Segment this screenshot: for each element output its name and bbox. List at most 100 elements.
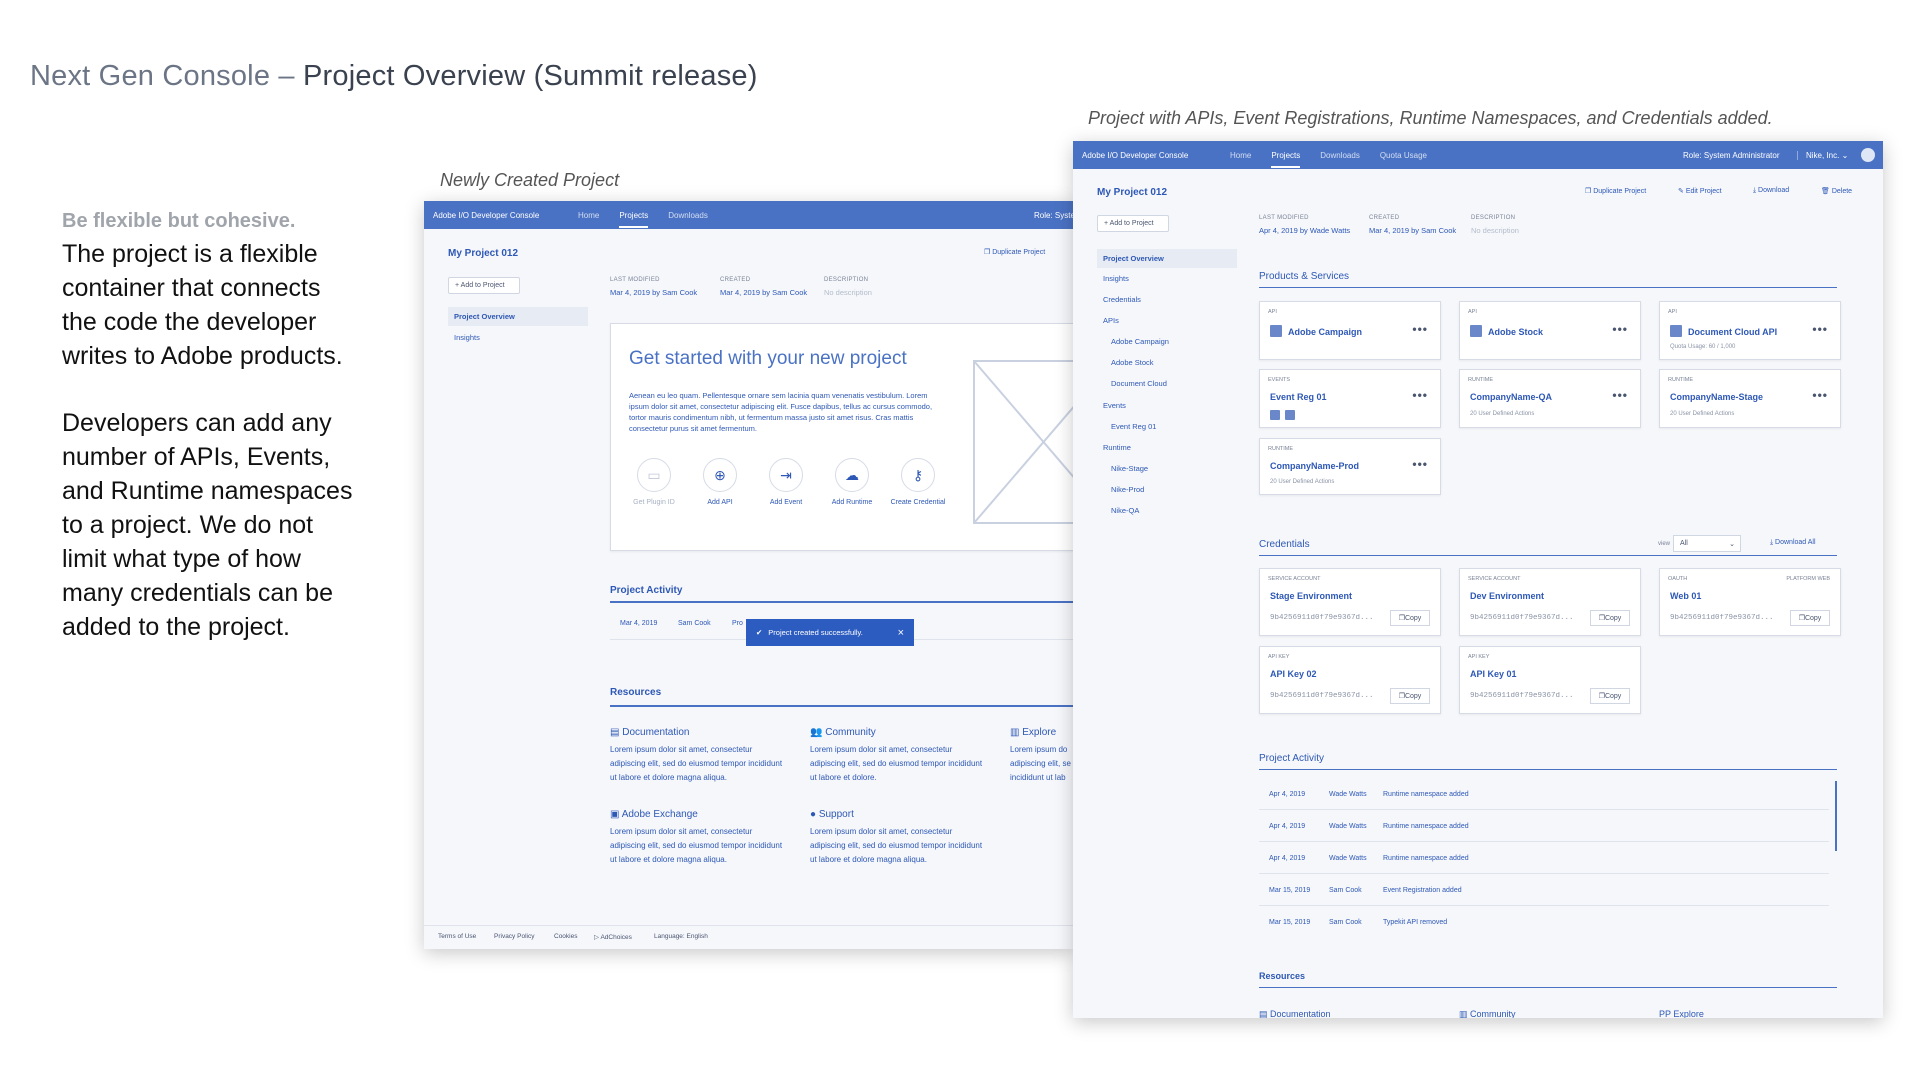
more-options-icon[interactable]: •••	[1412, 322, 1428, 336]
api-kind-label: API	[1468, 309, 1477, 315]
sidebar-item-event-reg-01[interactable]: Event Reg 01	[1111, 422, 1156, 431]
nav-downloads[interactable]: Downloads	[668, 211, 708, 220]
resource-support[interactable]: ● Support	[810, 809, 854, 820]
toast-close-icon[interactable]: ×	[898, 627, 904, 639]
footer-cookies-link[interactable]: Cookies	[554, 933, 577, 940]
footer-adchoices-link[interactable]: ▷ AdChoices	[594, 933, 632, 941]
product-name: Adobe Campaign	[1288, 327, 1363, 337]
resource-community[interactable]: ▥ Community	[1459, 1009, 1516, 1018]
side-paragraph-1: The project is a flexible container that…	[62, 240, 343, 370]
resource-adobe-exchange[interactable]: ▣ Adobe Exchange	[610, 809, 698, 820]
footer-privacy-link[interactable]: Privacy Policy	[494, 933, 534, 940]
sidebar-item-project-overview[interactable]: Project Overview	[448, 307, 588, 326]
credential-card-web-01[interactable]: OAUTH PLATFORM WEB Web 01 9b4256911d0f79…	[1659, 568, 1841, 636]
more-options-icon[interactable]: •••	[1612, 388, 1628, 402]
sidebar-item-events[interactable]: Events	[1103, 401, 1126, 410]
copy-button[interactable]: ❐ Copy	[1590, 688, 1630, 704]
create-credential-icon[interactable]: ⚷	[901, 458, 935, 492]
more-options-icon[interactable]: •••	[1412, 388, 1428, 402]
duplicate-project-button[interactable]: ❐ Duplicate Project	[984, 248, 1045, 256]
add-event-icon[interactable]: ⇥	[769, 458, 803, 492]
chevron-down-icon: ⌄	[1729, 541, 1735, 548]
last-modified-value: Mar 4, 2019 by Sam Cook	[610, 288, 698, 297]
toast-message: Project created successfully.	[768, 628, 863, 637]
more-options-icon[interactable]: •••	[1612, 322, 1628, 336]
sidebar-item-runtime[interactable]: Runtime	[1103, 443, 1131, 452]
resource-explore[interactable]: PP Explore	[1659, 1009, 1704, 1018]
nav-downloads[interactable]: Downloads	[1320, 151, 1360, 160]
footer-language-link[interactable]: Language: English	[654, 933, 708, 940]
copy-button[interactable]: ❐ Copy	[1390, 610, 1430, 626]
sidebar-item-nike-stage[interactable]: Nike-Stage	[1111, 464, 1148, 473]
brand-logo[interactable]: Adobe I/O Developer Console	[433, 211, 578, 220]
brand-logo[interactable]: Adobe I/O Developer Console	[1082, 151, 1230, 160]
runtime-card-companyname-prod[interactable]: RUNTIME CompanyName-Prod 20 User Defined…	[1259, 438, 1441, 495]
add-to-project-button[interactable]: + Add to Project	[448, 277, 520, 294]
copy-button[interactable]: ❐ Copy	[1590, 610, 1630, 626]
copy-button[interactable]: ❐ Copy	[1390, 688, 1430, 704]
more-options-icon[interactable]: •••	[1812, 322, 1828, 336]
product-card-document-cloud[interactable]: API Document Cloud API Quota Usage: 60 /…	[1659, 301, 1841, 360]
event-card-event-reg-01[interactable]: EVENTS Event Reg 01 •••	[1259, 369, 1441, 428]
runtime-card-companyname-stage[interactable]: RUNTIME CompanyName-Stage 20 User Define…	[1659, 369, 1841, 428]
add-api-label[interactable]: Add API	[690, 498, 750, 507]
role-label[interactable]: Role: System Administrator	[1683, 151, 1779, 160]
activity-scrollbar[interactable]	[1835, 781, 1837, 851]
view-filter-select[interactable]: All ⌄	[1673, 535, 1741, 552]
runtime-name: CompanyName-QA	[1470, 392, 1553, 402]
duplicate-project-button[interactable]: ❐ Duplicate Project	[1585, 187, 1646, 195]
edit-project-button[interactable]: ✎ Edit Project	[1678, 187, 1722, 195]
more-options-icon[interactable]: •••	[1812, 388, 1828, 402]
description-value: No description	[1471, 226, 1519, 235]
resource-documentation[interactable]: ▤ Documentation	[1259, 1009, 1331, 1018]
nav-projects[interactable]: Projects	[619, 203, 649, 228]
credential-card-dev-environment[interactable]: SERVICE ACCOUNT Dev Environment 9b425691…	[1459, 568, 1641, 636]
nav-projects[interactable]: Projects	[1271, 143, 1301, 168]
credential-card-api-key-01[interactable]: API KEY API Key 01 9b4256911d0f79e9367d.…	[1459, 646, 1641, 714]
created-label: CREATED	[1369, 215, 1400, 221]
resource-community[interactable]: 👥 Community	[810, 727, 876, 738]
sidebar-item-adobe-stock[interactable]: Adobe Stock	[1111, 358, 1154, 367]
sidebar-item-nike-qa[interactable]: Nike-QA	[1111, 506, 1139, 515]
sidebar-item-insights[interactable]: Insights	[1103, 274, 1129, 283]
copy-button[interactable]: ❐ Copy	[1790, 610, 1830, 626]
credential-name: Dev Environment	[1470, 591, 1545, 601]
sidebar-item-insights[interactable]: Insights	[454, 333, 480, 342]
sidebar-item-apis[interactable]: APIs	[1103, 316, 1119, 325]
runtime-actions-count: 20 User Defined Actions	[1670, 411, 1735, 417]
nav-home[interactable]: Home	[578, 211, 599, 220]
credential-card-api-key-02[interactable]: API KEY API Key 02 9b4256911d0f79e9367d.…	[1259, 646, 1441, 714]
nav-home[interactable]: Home	[1230, 151, 1251, 160]
role-label[interactable]: Role: Syste	[1034, 211, 1074, 220]
sidebar-item-document-cloud[interactable]: Document Cloud	[1111, 379, 1167, 388]
download-all-button[interactable]: ⤓ Download All	[1770, 539, 1816, 547]
add-runtime-label[interactable]: Add Runtime	[822, 498, 882, 507]
view-label: view	[1658, 541, 1671, 547]
credential-card-stage-environment[interactable]: SERVICE ACCOUNT Stage Environment 9b4256…	[1259, 568, 1441, 636]
org-switcher[interactable]: Nike, Inc. ⌄	[1797, 150, 1848, 160]
trash-icon: 🗑	[1821, 188, 1832, 195]
runtime-card-companyname-qa[interactable]: RUNTIME CompanyName-QA 20 User Defined A…	[1459, 369, 1641, 428]
delete-button[interactable]: 🗑 Delete	[1821, 187, 1852, 195]
download-button[interactable]: ⤓ Download	[1753, 187, 1789, 195]
more-options-icon[interactable]: •••	[1412, 457, 1428, 471]
add-to-project-button[interactable]: + Add to Project	[1097, 215, 1169, 232]
resource-documentation[interactable]: ▤ Documentation	[610, 727, 690, 738]
plugin-icon[interactable]: ▭	[637, 458, 671, 492]
sidebar-item-adobe-campaign[interactable]: Adobe Campaign	[1111, 337, 1169, 346]
credential-key: 9b4256911d0f79e9367d...	[1670, 614, 1774, 622]
product-card-adobe-stock[interactable]: API Adobe Stock •••	[1459, 301, 1641, 360]
resource-explore[interactable]: ▥ Explore	[1010, 727, 1056, 738]
sidebar-item-project-overview[interactable]: Project Overview	[1097, 249, 1237, 268]
footer-terms-link[interactable]: Terms of Use	[438, 933, 476, 940]
add-event-label[interactable]: Add Event	[756, 498, 816, 507]
sidebar-item-nike-prod[interactable]: Nike-Prod	[1111, 485, 1144, 494]
add-api-icon[interactable]: ⊕	[703, 458, 737, 492]
create-credential-label[interactable]: Create Credential	[888, 498, 948, 507]
sidebar-item-credentials[interactable]: Credentials	[1103, 295, 1141, 304]
avatar[interactable]	[1861, 148, 1875, 162]
add-runtime-icon[interactable]: ☁	[835, 458, 869, 492]
nav-quota-usage[interactable]: Quota Usage	[1380, 151, 1427, 160]
product-card-adobe-campaign[interactable]: API Adobe Campaign •••	[1259, 301, 1441, 360]
credential-key: 9b4256911d0f79e9367d...	[1270, 692, 1374, 700]
